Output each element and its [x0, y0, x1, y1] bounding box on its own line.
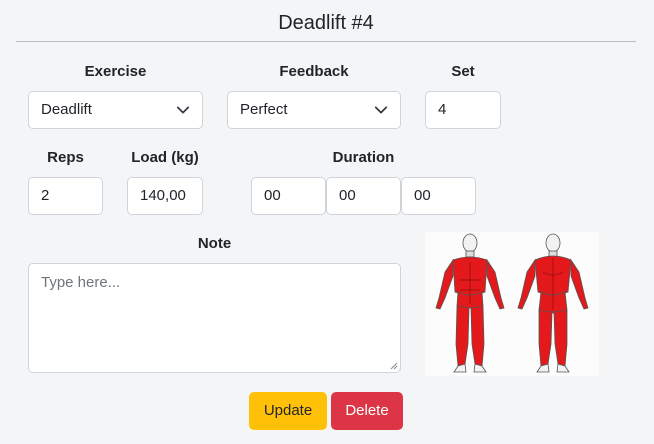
- resize-grip-icon[interactable]: [390, 362, 398, 370]
- reps-label: Reps: [47, 149, 84, 166]
- muscle-diagram-icon: [435, 233, 589, 373]
- note-placeholder: Type here...: [41, 274, 121, 291]
- load-label: Load (kg): [131, 149, 199, 166]
- front-body-figure: [435, 233, 505, 373]
- muscle-map: [425, 232, 599, 376]
- reps-input[interactable]: 2: [28, 177, 103, 215]
- update-button[interactable]: Update: [249, 392, 327, 430]
- duration-minutes-input[interactable]: 00: [326, 177, 401, 215]
- duration-hours-input[interactable]: 00: [251, 177, 326, 215]
- duration-seconds-input[interactable]: 00: [401, 177, 476, 215]
- exercise-select[interactable]: Deadlift: [28, 91, 203, 129]
- feedback-label: Feedback: [279, 63, 349, 80]
- feedback-select[interactable]: Perfect: [227, 91, 401, 129]
- page-title: Deadlift #4: [16, 8, 636, 42]
- exercise-label: Exercise: [84, 63, 147, 80]
- chevron-down-icon: [176, 106, 190, 114]
- note-textarea[interactable]: Type here...: [28, 263, 401, 373]
- set-label: Set: [451, 63, 475, 80]
- set-input[interactable]: 4: [425, 91, 501, 129]
- feedback-value: Perfect: [240, 101, 288, 118]
- note-label: Note: [197, 235, 232, 252]
- load-input[interactable]: 140,00: [127, 177, 203, 215]
- chevron-down-icon: [374, 106, 388, 114]
- delete-button[interactable]: Delete: [331, 392, 403, 430]
- exercise-value: Deadlift: [41, 101, 92, 118]
- duration-label: Duration: [332, 149, 395, 166]
- back-body-figure: [517, 233, 589, 373]
